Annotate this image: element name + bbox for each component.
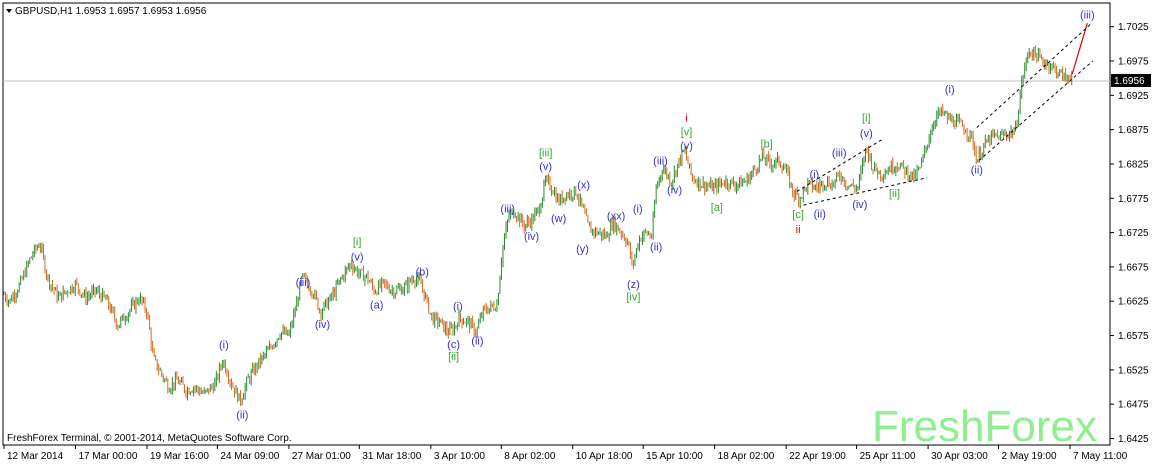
wave-label: [a] bbox=[711, 202, 723, 214]
x-tick-label: 24 Mar 09:00 bbox=[220, 451, 279, 462]
x-tick-label: 25 Apr 11:00 bbox=[860, 451, 916, 462]
x-tick-label: 10 Apr 18:00 bbox=[576, 451, 633, 462]
wave-label: (iii) bbox=[1080, 9, 1095, 21]
wave-label: [c] bbox=[792, 209, 804, 221]
y-tick-label: 1.6775 bbox=[1118, 194, 1149, 205]
x-tick-label: 18 Apr 02:00 bbox=[718, 451, 775, 462]
wave-label: (y) bbox=[576, 243, 589, 255]
current-price-label: 1.6956 bbox=[1114, 76, 1145, 87]
wave-label: [iii] bbox=[539, 147, 552, 159]
wave-label: (iv) bbox=[667, 184, 682, 196]
y-tick-label: 1.6975 bbox=[1118, 56, 1149, 67]
x-tick-label: 30 Apr 03:00 bbox=[931, 451, 988, 462]
wave-label: [b] bbox=[761, 138, 773, 150]
wave-label: (z) bbox=[627, 279, 640, 291]
wave-label: (v) bbox=[680, 140, 693, 152]
wave-label: (v) bbox=[351, 252, 364, 264]
wave-label: (i) bbox=[809, 169, 819, 181]
wave-label: (w) bbox=[551, 213, 566, 225]
x-tick-label: 7 May 11:00 bbox=[1073, 451, 1128, 462]
y-tick-label: 1.6825 bbox=[1118, 159, 1149, 170]
wave-label: [i] bbox=[353, 237, 362, 249]
wave-label: [ii] bbox=[448, 351, 459, 363]
wave-label: (i) bbox=[945, 84, 955, 96]
wave-label: (iii) bbox=[832, 147, 847, 159]
wave-label: (ii) bbox=[471, 335, 483, 347]
wave-label: (v) bbox=[860, 128, 873, 140]
wave-label: (i) bbox=[633, 204, 643, 216]
symbol-header: GBPUSD,H1 1.6953 1.6957 1.6953 1.6956 bbox=[15, 6, 207, 17]
wave-label: ii bbox=[796, 224, 801, 236]
wave-label: (iii) bbox=[653, 156, 668, 168]
y-tick-label: 1.6625 bbox=[1118, 297, 1149, 308]
wave-label: (i) bbox=[219, 339, 229, 351]
y-tick-label: 1.7025 bbox=[1118, 22, 1149, 33]
y-tick-label: 1.6725 bbox=[1118, 228, 1149, 239]
wave-label: (b) bbox=[415, 267, 428, 279]
wave-label: (iv) bbox=[852, 199, 867, 211]
wave-label: (iv) bbox=[315, 319, 330, 331]
wave-label: (ii) bbox=[814, 208, 826, 220]
wave-label: (ii) bbox=[650, 241, 662, 253]
x-tick-label: 17 Mar 00:00 bbox=[79, 451, 138, 462]
chart-window[interactable]: [i] (v) (iii) (iv) (b) (a) (c) [ii] (i) (ii) (i) (i… bbox=[0, 0, 1154, 464]
wave-label: (a) bbox=[370, 300, 383, 312]
wave-label: (i) bbox=[453, 301, 463, 313]
price-chart[interactable]: [i](v)(iii)(iv)(b)(a)(c)[ii](i)(ii)(i)(i… bbox=[0, 0, 1154, 464]
wave-label: (xx) bbox=[607, 210, 625, 222]
y-tick-label: 1.6425 bbox=[1118, 434, 1149, 445]
wave-label: (c) bbox=[447, 339, 460, 351]
x-tick-label: 12 Mar 2014 bbox=[7, 451, 64, 462]
y-tick-label: 1.6575 bbox=[1118, 331, 1149, 342]
wave-label: (x) bbox=[577, 180, 590, 192]
x-tick-label: 27 Mar 01:00 bbox=[292, 451, 351, 462]
wave-label: (iii) bbox=[500, 204, 515, 216]
y-tick-label: 1.6925 bbox=[1118, 91, 1149, 102]
wave-label: [i] bbox=[862, 112, 871, 124]
wave-label: [iv] bbox=[626, 291, 640, 303]
x-tick-label: 15 Apr 10:00 bbox=[646, 451, 703, 462]
y-tick-label: 1.6525 bbox=[1118, 365, 1149, 376]
y-tick-label: 1.6875 bbox=[1118, 125, 1149, 136]
x-tick-label: 22 Apr 19:00 bbox=[789, 451, 846, 462]
y-tick-label: 1.6675 bbox=[1118, 262, 1149, 273]
y-tick-label: 1.6475 bbox=[1118, 400, 1149, 411]
wave-label: (v) bbox=[539, 161, 552, 173]
wave-label: (ii) bbox=[971, 164, 983, 176]
wave-label: (ii) bbox=[236, 409, 248, 421]
wave-label: [v] bbox=[681, 127, 693, 139]
wave-label: [ii] bbox=[889, 188, 900, 200]
x-tick-label: 3 Apr 10:00 bbox=[434, 451, 486, 462]
wave-label: (iv) bbox=[524, 231, 539, 243]
x-tick-label: 31 Mar 18:00 bbox=[362, 451, 421, 462]
copyright-text: FreshForex Terminal, © 2001-2014, MetaQu… bbox=[7, 433, 292, 444]
watermark-text: FreshForex bbox=[872, 402, 1097, 451]
wave-label: (iii) bbox=[296, 277, 311, 289]
x-tick-label: 19 Mar 16:00 bbox=[150, 451, 209, 462]
x-tick-label: 8 Apr 02:00 bbox=[504, 451, 556, 462]
x-tick-label: 2 May 19:00 bbox=[1002, 451, 1057, 462]
wave-label: i bbox=[685, 112, 687, 124]
